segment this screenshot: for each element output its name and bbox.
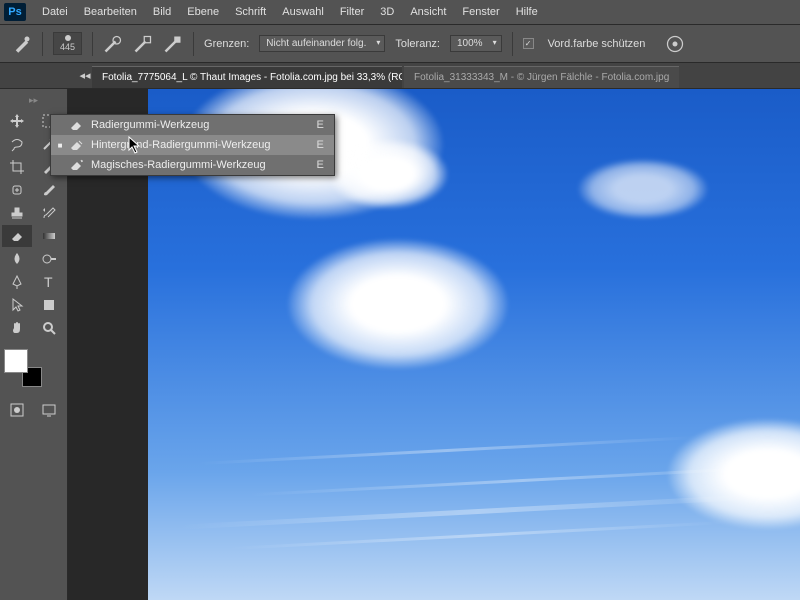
menu-hilfe[interactable]: Hilfe	[508, 3, 546, 21]
gradient-tool[interactable]	[34, 225, 64, 247]
flyout-shortcut: E	[317, 139, 324, 151]
zoom-tool[interactable]	[34, 317, 64, 339]
menu-filter[interactable]: Filter	[332, 3, 372, 21]
brush-dot-icon	[65, 35, 71, 41]
tool-preset-icon[interactable]	[12, 34, 32, 54]
bg-eraser-icon	[69, 138, 85, 152]
toolbox-handle-icon[interactable]: ▸▸	[0, 93, 67, 108]
divider	[193, 32, 194, 56]
document-tab-active[interactable]: Fotolia_7775064_L © Thaut Images - Fotol…	[92, 66, 402, 88]
flyout-item-magic-eraser[interactable]: Magisches-Radiergummi-Werkzeug E	[51, 155, 334, 175]
tab-label: Fotolia_7775064_L © Thaut Images - Fotol…	[102, 72, 402, 83]
tab-label: Fotolia_31333343_M - © Jürgen Fälchle - …	[414, 72, 669, 83]
sampling-swatch-icon[interactable]	[163, 34, 183, 54]
sampling-continuous-icon[interactable]	[103, 34, 123, 54]
menubar: Ps Datei Bearbeiten Bild Ebene Schrift A…	[0, 0, 800, 25]
pressure-icon[interactable]	[665, 34, 685, 54]
dodge-tool[interactable]	[34, 248, 64, 270]
pen-tool[interactable]	[2, 271, 32, 293]
lasso-tool[interactable]	[2, 133, 32, 155]
path-select-tool[interactable]	[2, 294, 32, 316]
document-tab-inactive[interactable]: Fotolia_31333343_M - © Jürgen Fälchle - …	[404, 66, 679, 88]
sampling-once-icon[interactable]	[133, 34, 153, 54]
current-marker: ■	[57, 141, 63, 150]
heal-tool[interactable]	[2, 179, 32, 201]
color-swatches[interactable]	[4, 349, 44, 389]
document-tabbar: ◂◂ Fotolia_7775064_L © Thaut Images - Fo…	[0, 63, 800, 89]
magic-eraser-icon	[69, 158, 85, 172]
shape-tool[interactable]	[34, 294, 64, 316]
menu-auswahl[interactable]: Auswahl	[274, 3, 332, 21]
protect-label: Vord.farbe schützen	[548, 38, 646, 50]
svg-text:T: T	[44, 274, 53, 290]
brush-tool[interactable]	[34, 179, 64, 201]
tolerance-dropdown[interactable]: 100%	[450, 35, 502, 52]
brush-size-value: 445	[60, 42, 75, 52]
menu-bild[interactable]: Bild	[145, 3, 179, 21]
eraser-tool[interactable]	[2, 225, 32, 247]
limits-dropdown[interactable]: Nicht aufeinander folg.	[259, 35, 385, 52]
brush-preset-picker[interactable]: 445	[53, 32, 82, 55]
eraser-flyout-menu: Radiergummi-Werkzeug E ■ Hintergrund-Rad…	[50, 114, 335, 176]
flyout-label: Radiergummi-Werkzeug	[91, 119, 311, 131]
eraser-icon	[69, 118, 85, 132]
flyout-label: Magisches-Radiergummi-Werkzeug	[91, 159, 311, 171]
flyout-item-bg-eraser[interactable]: ■ Hintergrund-Radiergummi-Werkzeug E	[51, 135, 334, 155]
history-brush-tool[interactable]	[34, 202, 64, 224]
ps-logo: Ps	[4, 3, 26, 21]
menu-bearbeiten[interactable]: Bearbeiten	[76, 3, 145, 21]
menu-ebene[interactable]: Ebene	[179, 3, 227, 21]
protect-checkbox[interactable]: ✓	[523, 38, 534, 49]
tab-strip-handle-icon[interactable]: ◂◂	[80, 62, 90, 88]
flyout-shortcut: E	[317, 119, 324, 131]
hand-tool[interactable]	[2, 317, 32, 339]
foreground-swatch[interactable]	[4, 349, 28, 373]
menu-schrift[interactable]: Schrift	[227, 3, 274, 21]
move-tool[interactable]	[2, 110, 32, 132]
tolerance-label: Toleranz:	[395, 38, 440, 50]
blur-tool[interactable]	[2, 248, 32, 270]
flyout-label: Hintergrund-Radiergummi-Werkzeug	[91, 139, 311, 151]
menu-datei[interactable]: Datei	[34, 3, 76, 21]
quickmask-tool[interactable]	[2, 399, 32, 421]
menu-ansicht[interactable]: Ansicht	[402, 3, 454, 21]
screenmode-tool[interactable]	[34, 399, 64, 421]
options-bar: 445 Grenzen: Nicht aufeinander folg. Tol…	[0, 25, 800, 63]
flyout-shortcut: E	[317, 159, 324, 171]
flyout-item-eraser[interactable]: Radiergummi-Werkzeug E	[51, 115, 334, 135]
stamp-tool[interactable]	[2, 202, 32, 224]
divider	[92, 32, 93, 56]
crop-tool[interactable]	[2, 156, 32, 178]
divider	[42, 32, 43, 56]
limits-label: Grenzen:	[204, 38, 249, 50]
divider	[512, 32, 513, 56]
type-tool[interactable]: T	[34, 271, 64, 293]
menu-fenster[interactable]: Fenster	[454, 3, 507, 21]
menu-3d[interactable]: 3D	[372, 3, 402, 21]
